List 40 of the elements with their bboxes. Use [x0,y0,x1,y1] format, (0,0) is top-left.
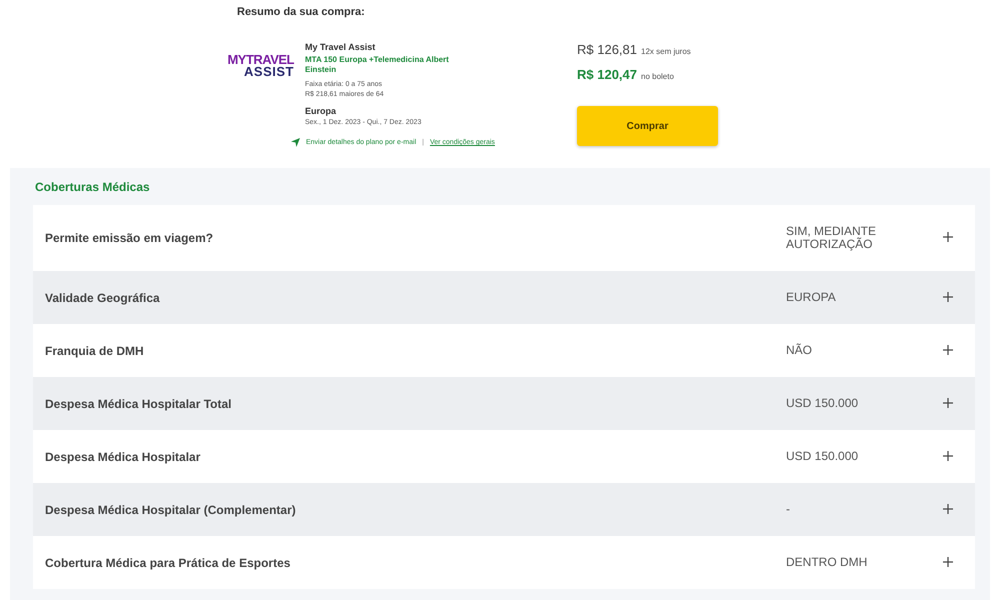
coverage-row[interactable]: Despesa Médica Hospitalar Total USD 150.000 [33,377,975,430]
boleto-price: R$ 120,47 [577,67,637,82]
provider-name: My Travel Assist [305,42,376,52]
coverage-label: Despesa Médica Hospitalar (Complementar) [45,502,297,516]
destination: Europa [305,106,338,116]
coverage-row[interactable]: Validade Geográfica EUROPA [33,271,975,324]
coverage-label: Franquia de DMH [45,344,145,358]
coverage-label: Cobertura Médica para Prática de Esportes [45,556,292,570]
buy-button[interactable]: Comprar [577,106,718,146]
installment-price: R$ 126,81 [577,42,637,57]
coverage-row[interactable]: Permite emissão em viagem? SIM, MEDIANTE AUTORIZAÇÃO [33,205,975,271]
boleto-note: no boleto [641,72,674,81]
coverage-label: Despesa Médica Hospitalar [45,450,202,464]
coverage-value: USD 150.000 [786,450,860,463]
plus-icon [943,344,953,354]
coverage-value: NÃO [786,344,814,357]
coverage-label: Permite emissão em viagem? [45,231,214,245]
coverage-label: Despesa Médica Hospitalar Total [45,396,233,410]
installment-note: 12x sem juros [641,47,691,56]
plus-icon [943,556,953,566]
plan-name: MTA 150 Europa +Telemedicina Albert Einstein [305,55,450,75]
plus-icon [943,292,953,302]
plus-icon [943,504,953,514]
summary-heading: Resumo da sua compra: [237,6,366,18]
coverage-value: - [786,503,791,516]
plus-icon [943,398,953,408]
coverage-value: EUROPA [786,291,837,304]
coverage-value: SIM, MEDIANTE AUTORIZAÇÃO [786,225,878,251]
coverage-row[interactable]: Franquia de DMH NÃO [33,324,975,377]
coverage-value: DENTRO DMH [786,556,868,569]
brand-logo: MYTRAVEL ASSIST [226,54,294,81]
coverage-row[interactable]: Cobertura Médica para Prática de Esportes DENTRO DMH [33,536,975,589]
coverage-value: USD 150.000 [786,397,860,410]
plus-icon [943,450,953,460]
plus-icon [943,232,953,242]
send-icon [291,138,300,147]
coverage-label: Validade Geográfica [45,290,161,304]
coverage-row[interactable]: Despesa Médica Hospitalar (Complementar) - [33,483,975,536]
section-title: Coberturas Médicas [35,180,151,194]
coverage-row[interactable]: Despesa Médica Hospitalar USD 150.000 [33,430,975,483]
